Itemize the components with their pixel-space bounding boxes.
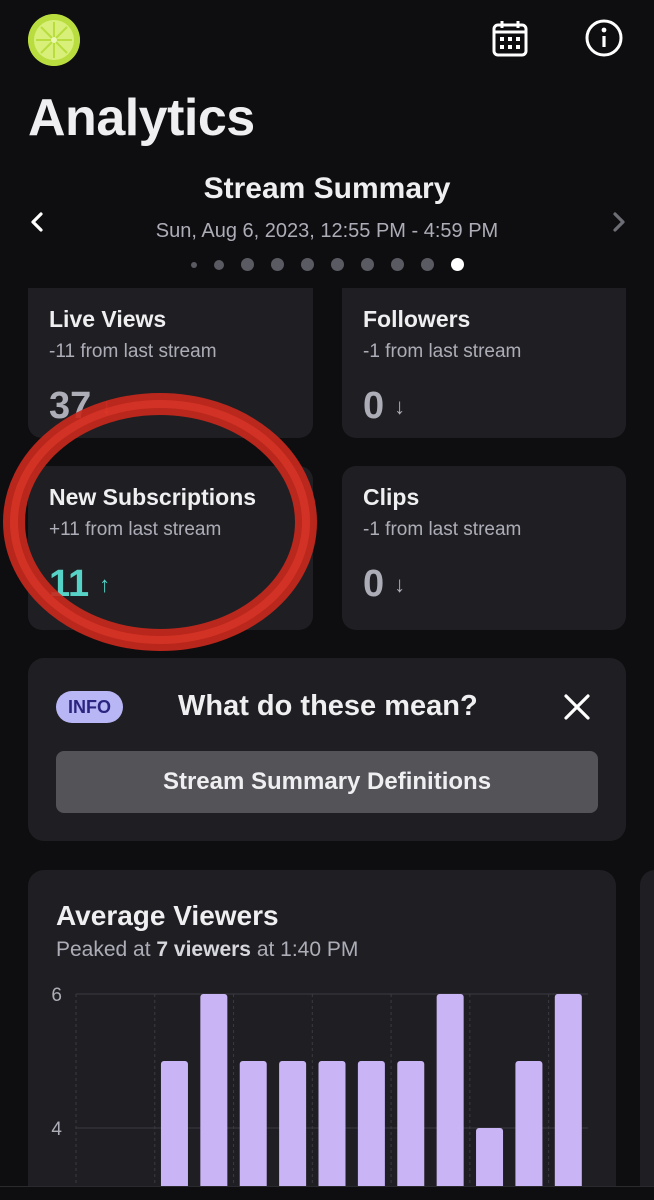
stat-value-row: 37 ↓ bbox=[49, 385, 292, 428]
info-badge: INFO bbox=[56, 691, 123, 723]
page-dot[interactable] bbox=[300, 258, 314, 271]
page-dot[interactable] bbox=[390, 258, 404, 271]
stat-value: 37 bbox=[49, 385, 92, 427]
stat-card-live-views[interactable]: Live Views -11 from last stream 37 ↓ bbox=[28, 288, 313, 438]
bottom-bar bbox=[0, 1186, 654, 1200]
page-dot[interactable] bbox=[190, 261, 197, 268]
chart-bar bbox=[160, 1061, 188, 1200]
page-indicator[interactable] bbox=[0, 258, 654, 271]
stat-card-followers[interactable]: Followers -1 from last stream 0 ↓ bbox=[342, 288, 626, 438]
stat-value: 0 bbox=[363, 563, 385, 605]
info-question: What do these mean? bbox=[178, 690, 478, 722]
down-arrow-icon: ↓ bbox=[101, 393, 113, 419]
stat-value: 0 bbox=[363, 385, 385, 427]
chart-bar bbox=[436, 994, 464, 1200]
stat-value: 11 bbox=[49, 563, 90, 605]
down-arrow-icon: ↓ bbox=[394, 393, 406, 419]
info-card: INFO What do these mean? Stream Summary … bbox=[28, 658, 626, 841]
chart-subtitle-prefix: Peaked at bbox=[56, 938, 157, 961]
page-dot-active[interactable] bbox=[450, 258, 464, 271]
page-dot[interactable] bbox=[213, 259, 224, 270]
next-stream-chevron-icon[interactable] bbox=[604, 204, 634, 240]
chart-bar bbox=[554, 994, 582, 1200]
chart-bar bbox=[279, 1061, 307, 1200]
chart-subtitle: Peaked at 7 viewers at 1:40 PM bbox=[56, 938, 358, 962]
page-dot[interactable] bbox=[270, 258, 284, 271]
stat-change: -11 from last stream bbox=[49, 341, 217, 362]
y-tick-label: 4 bbox=[51, 1119, 62, 1140]
summary-title: Stream Summary bbox=[203, 172, 451, 205]
lime-avatar-icon[interactable] bbox=[28, 14, 80, 66]
chart-bar bbox=[239, 1061, 267, 1200]
stream-summary-header: Stream Summary Sun, Aug 6, 2023, 12:55 P… bbox=[0, 168, 654, 278]
summary-date-range: Sun, Aug 6, 2023, 12:55 PM - 4:59 PM bbox=[155, 220, 499, 242]
chart-subtitle-peak: 7 viewers bbox=[156, 938, 251, 961]
chart-bar bbox=[318, 1061, 346, 1200]
stat-value-row: 0 ↓ bbox=[363, 563, 605, 606]
stat-change: -1 from last stream bbox=[363, 519, 522, 540]
top-bar bbox=[0, 0, 654, 80]
page-title: Analytics bbox=[28, 89, 255, 147]
up-arrow-icon: ↑ bbox=[99, 571, 111, 597]
next-chart-card-edge bbox=[640, 870, 654, 1200]
chart-bar bbox=[357, 1061, 385, 1200]
stat-label: Followers bbox=[363, 306, 471, 332]
info-circle-icon[interactable] bbox=[582, 16, 626, 60]
chart-bar bbox=[200, 994, 228, 1200]
average-viewers-card: Average Viewers Peaked at 7 viewers at 1… bbox=[28, 870, 616, 1200]
page-dot[interactable] bbox=[420, 258, 434, 271]
down-arrow-icon: ↓ bbox=[394, 571, 406, 597]
stat-change: +11 from last stream bbox=[49, 519, 222, 540]
chart-subtitle-suffix: at 1:40 PM bbox=[250, 938, 359, 961]
average-viewers-chart: 64 bbox=[51, 985, 588, 1200]
stat-card-clips[interactable]: Clips -1 from last stream 0 ↓ bbox=[342, 466, 626, 630]
stat-value-row: 0 ↓ bbox=[363, 385, 605, 428]
stat-change: -1 from last stream bbox=[363, 341, 522, 362]
page-dot[interactable] bbox=[240, 258, 254, 271]
stat-card-new-subscriptions[interactable]: New Subscriptions +11 from last stream 1… bbox=[28, 466, 313, 630]
chart-title: Average Viewers bbox=[56, 900, 279, 931]
calendar-icon[interactable] bbox=[488, 16, 532, 60]
stat-label: Clips bbox=[363, 484, 420, 510]
page-dot[interactable] bbox=[330, 258, 344, 271]
stat-label: New Subscriptions bbox=[49, 484, 257, 510]
stat-value-row: 11 ↑ bbox=[49, 563, 292, 606]
close-icon[interactable] bbox=[558, 688, 596, 726]
chart-bar bbox=[515, 1061, 543, 1200]
page-dot[interactable] bbox=[360, 258, 374, 271]
stat-label: Live Views bbox=[49, 306, 167, 332]
y-tick-label: 6 bbox=[51, 985, 62, 1006]
chart-bar bbox=[397, 1061, 425, 1200]
stream-summary-definitions-button[interactable]: Stream Summary Definitions bbox=[56, 751, 598, 813]
